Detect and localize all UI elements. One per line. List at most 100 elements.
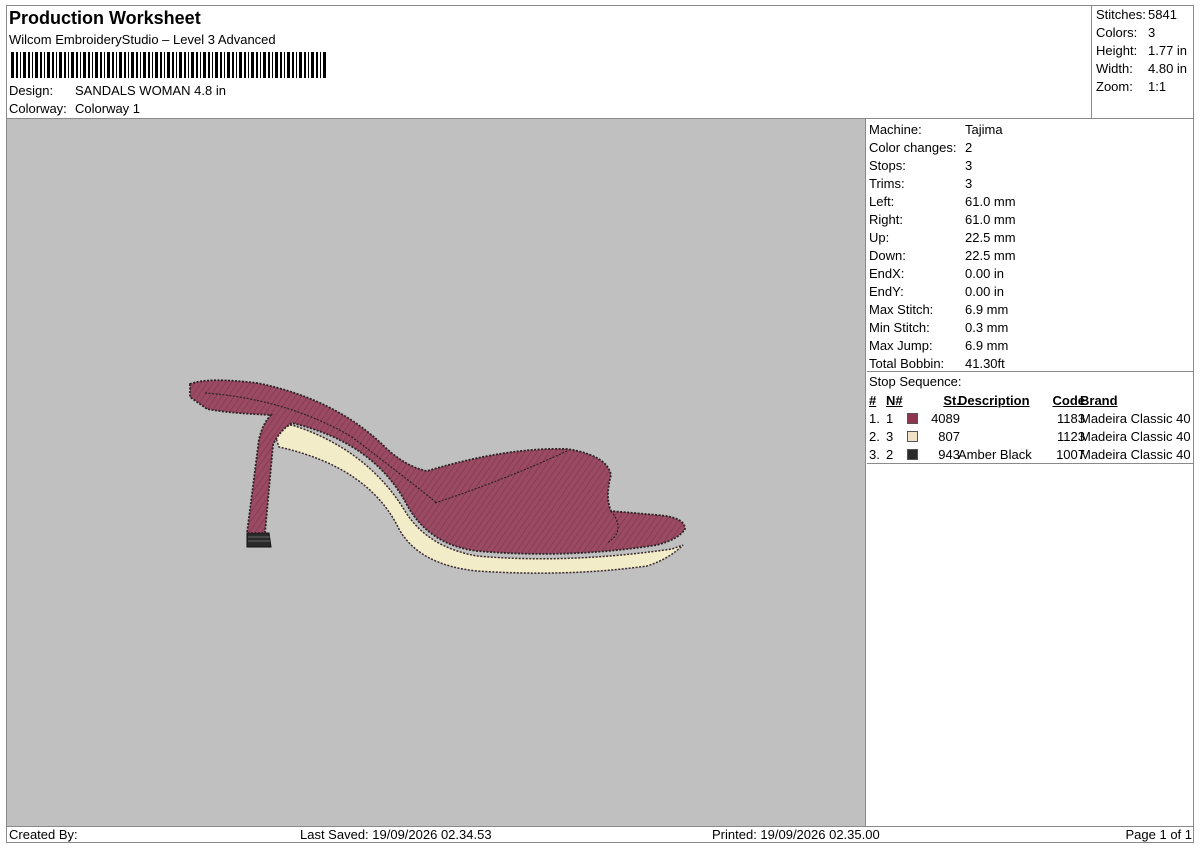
barcode-bar xyxy=(107,52,110,78)
spec-label: Max Stitch: xyxy=(869,302,934,317)
spec-value: 0.00 in xyxy=(965,284,1005,299)
barcode-bar xyxy=(236,52,237,78)
barcode-bar xyxy=(20,52,21,78)
row-needle: 3 xyxy=(886,429,894,444)
barcode-bar xyxy=(248,52,249,78)
row-needle: 2 xyxy=(886,447,894,462)
barcode-bar xyxy=(260,52,261,78)
barcode-bar xyxy=(256,52,258,78)
barcode-bar xyxy=(176,52,177,78)
row-brand: Madeira Classic 40 xyxy=(1080,429,1191,444)
barcode-bar xyxy=(220,52,222,78)
barcode-bar xyxy=(200,52,201,78)
barcode-bar xyxy=(52,52,54,78)
spec-label: EndY: xyxy=(869,284,904,299)
spec-label: Trims: xyxy=(869,176,905,191)
last-saved: Last Saved: 19/09/2026 02.34.53 xyxy=(300,827,492,842)
barcode-bar xyxy=(152,52,153,78)
spec-value: 2 xyxy=(965,140,973,155)
row-stitches: 807 xyxy=(938,429,960,444)
barcode-bar xyxy=(92,52,93,78)
barcode-bar xyxy=(172,52,174,78)
spec-value: 61.0 mm xyxy=(965,194,1016,209)
summary-value: 5841 xyxy=(1148,7,1177,22)
summary-width: Width: 4.80 in xyxy=(1096,61,1187,76)
summary-colors: Colors: 3 xyxy=(1096,25,1155,40)
barcode-bar xyxy=(263,52,266,78)
spec-value: 0.00 in xyxy=(965,266,1005,281)
barcode-bar xyxy=(311,52,314,78)
footer: Created By: Last Saved: 19/09/2026 02.34… xyxy=(7,826,1194,843)
barcode-bar xyxy=(44,52,45,78)
spec-label: Left: xyxy=(869,194,895,209)
barcode-bar xyxy=(155,52,158,78)
page-title: Production Worksheet xyxy=(9,8,201,28)
color-swatch xyxy=(907,431,918,442)
barcode-bar xyxy=(272,52,273,78)
row-index: 2. xyxy=(869,429,880,444)
row-code: 1123 xyxy=(1057,429,1085,444)
col-header-index: # xyxy=(869,393,877,408)
barcode-bar xyxy=(268,52,270,78)
barcode-bar xyxy=(296,52,297,78)
spec-row: Up: 22.5 mm xyxy=(869,229,1016,247)
heel-tip-shape xyxy=(246,532,272,548)
barcode-bar xyxy=(83,52,86,78)
row-index: 3. xyxy=(869,447,880,462)
row-needle: 1 xyxy=(886,411,894,426)
barcode-bar xyxy=(64,52,66,78)
spec-label: Up: xyxy=(869,230,890,245)
barcode-bar xyxy=(104,52,105,78)
barcode-bar xyxy=(212,52,213,78)
spec-row: Stops: 3 xyxy=(869,157,972,175)
row-index: 1. xyxy=(869,411,880,426)
spec-row: Left: 61.0 mm xyxy=(869,193,1016,211)
spec-row: Max Stitch: 6.9 mm xyxy=(869,301,1008,319)
worksheet-frame: Production Worksheet Wilcom EmbroiderySt… xyxy=(6,5,1194,843)
barcode-bar xyxy=(32,52,33,78)
row-stitches: 943 xyxy=(938,447,960,462)
spec-label: Max Jump: xyxy=(869,338,933,353)
col-header-stitches: St. xyxy=(943,393,960,408)
summary-label: Colors: xyxy=(1096,25,1138,40)
barcode-bar xyxy=(323,52,326,78)
barcode-bar xyxy=(124,52,126,78)
barcode-bar xyxy=(251,52,254,78)
barcode-bar xyxy=(11,52,14,78)
barcode-bar xyxy=(47,52,50,78)
barcode xyxy=(11,52,326,78)
barcode-bar xyxy=(35,52,38,78)
summary-value: 3 xyxy=(1148,25,1156,40)
colorway-label: Colorway: xyxy=(9,101,67,116)
barcode-bar xyxy=(23,52,26,78)
barcode-bar xyxy=(148,52,150,78)
row-code: 1007 xyxy=(1056,447,1085,462)
barcode-bar xyxy=(59,52,62,78)
barcode-bar xyxy=(208,52,210,78)
barcode-bar xyxy=(184,52,186,78)
barcode-bar xyxy=(88,52,90,78)
row-code: 1183 xyxy=(1057,411,1085,426)
spec-row: EndY: 0.00 in xyxy=(869,283,1004,301)
barcode-bar xyxy=(131,52,134,78)
barcode-bar xyxy=(320,52,321,78)
barcode-bar xyxy=(143,52,146,78)
summary-value: 4.80 in xyxy=(1148,61,1188,76)
barcode-bar xyxy=(287,52,290,78)
barcode-bar xyxy=(40,52,42,78)
spec-row: EndX: 0.00 in xyxy=(869,265,1004,283)
spec-row: Min Stitch: 0.3 mm xyxy=(869,319,1008,337)
spec-row: Machine: Tajima xyxy=(869,121,1003,139)
summary-label: Zoom: xyxy=(1096,79,1133,94)
specs-panel: Machine: Tajima Color changes: 2 Stops: 3 T… xyxy=(867,119,1194,826)
barcode-bar xyxy=(136,52,138,78)
page-number: Page 1 of 1 xyxy=(1125,827,1193,842)
spec-label: Stops: xyxy=(869,158,906,173)
barcode-bar xyxy=(167,52,170,78)
spec-value: 41.30ft xyxy=(965,356,1005,371)
barcode-bar xyxy=(116,52,117,78)
printed-date: Printed: 19/09/2026 02.35.00 xyxy=(712,827,880,842)
color-swatch xyxy=(907,449,918,460)
shoe-upper-shape xyxy=(189,379,686,555)
barcode-bar xyxy=(179,52,182,78)
